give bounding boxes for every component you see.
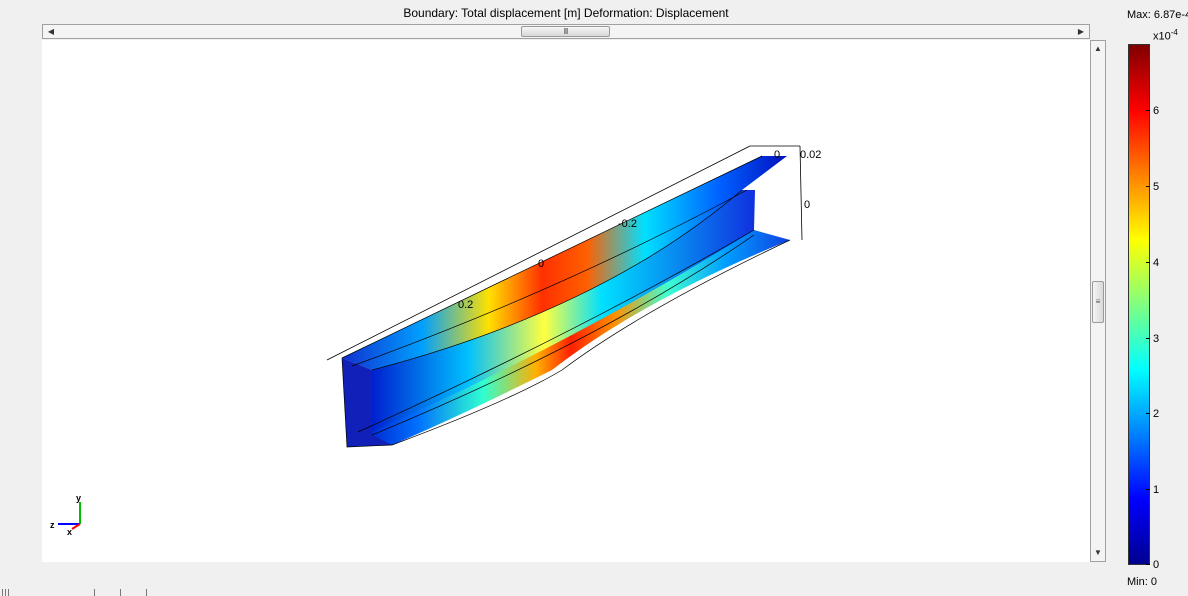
colorbar-tick-label: 3 [1153, 333, 1160, 345]
plot-canvas[interactable]: 0.2 0 -0.2 0 0.02 0 y z x [42, 40, 1090, 562]
colorbar-tick-label: 2 [1153, 408, 1160, 420]
colorbar-tick-mark [1146, 489, 1150, 490]
colorbar-exponent: x10-4 [1153, 28, 1178, 43]
colorbar-tick-label: 4 [1153, 257, 1160, 269]
colorbar-tick-mark [1146, 186, 1150, 187]
scroll-down-icon[interactable]: ▼ [1091, 545, 1105, 561]
colorbar-min-label: Min: 0 [1127, 576, 1157, 588]
vertical-scroll-thumb[interactable]: ≡ [1092, 281, 1104, 323]
horizontal-scroll-thumb[interactable]: III [521, 26, 610, 37]
colorbar-tick-label: 0 [1153, 559, 1160, 571]
triad-z-label: z [50, 520, 55, 530]
scroll-right-icon[interactable]: ▶ [1073, 25, 1089, 38]
colorbar-exponent-base: x10 [1153, 30, 1171, 43]
z-tick-label: 0 [804, 199, 810, 211]
horizontal-scrollbar[interactable]: ◀ III ▶ [42, 24, 1090, 39]
colorbar-tick-label: 6 [1153, 105, 1160, 117]
triad-x-label: x [67, 527, 72, 537]
colorbar-tick-mark [1146, 110, 1150, 111]
beam-web [372, 190, 755, 435]
scroll-up-icon[interactable]: ▲ [1091, 41, 1105, 57]
status-strip [0, 589, 160, 596]
beam-plot: 0.2 0 -0.2 0 0.02 0 y z x [50, 145, 821, 537]
vertical-scrollbar[interactable]: ▲ ≡ ▼ [1090, 40, 1106, 562]
z-tick-label: 0.02 [800, 149, 821, 161]
colorbar-tick-mark [1146, 564, 1150, 565]
x-tick-label: -0.2 [618, 218, 637, 230]
colorbar-tick-label: 5 [1153, 181, 1160, 193]
colorbar-exponent-power: -4 [1170, 28, 1178, 37]
x-tick-label: 0 [774, 149, 780, 161]
colorbar-tick-mark [1146, 338, 1150, 339]
colorbar-tick-label: 1 [1153, 484, 1160, 496]
scroll-left-icon[interactable]: ◀ [43, 25, 59, 38]
colorbar-tick-mark [1146, 262, 1150, 263]
axis-triad: y z x [50, 493, 81, 537]
x-tick-label: 0 [538, 258, 544, 270]
colorbar-tick-mark [1146, 413, 1150, 414]
colorbar [1128, 44, 1150, 565]
colorbar-max-label: Max: 6.87e-4 [1127, 9, 1188, 21]
plot-title: Boundary: Total displacement [m] Deforma… [403, 6, 729, 20]
triad-y-label: y [76, 493, 81, 503]
x-tick-label: 0.2 [458, 299, 473, 311]
